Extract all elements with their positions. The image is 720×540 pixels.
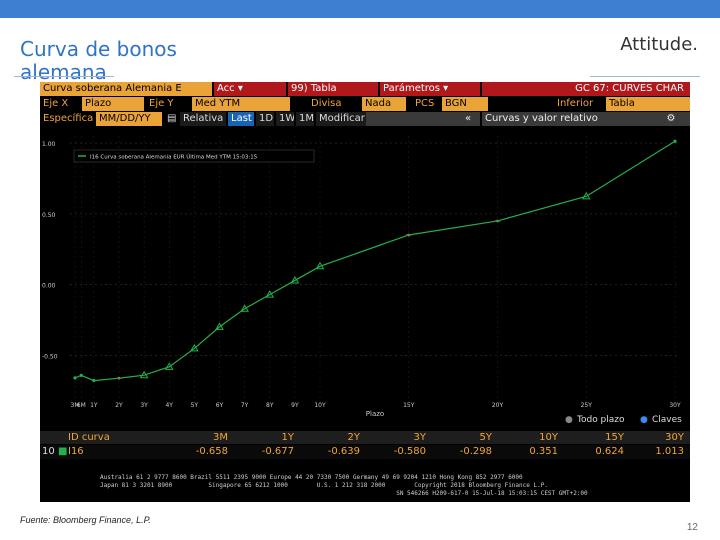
x-tick-label: 20Y (492, 402, 504, 409)
page-number: 12 (686, 522, 698, 533)
column-header: 2Y (347, 432, 360, 443)
table-cell: -0.298 (459, 446, 492, 457)
yield-curve-chart: 1.000.500.00-0.503M6M 1Y 2Y 3Y 4Y 5Y 6Y 7Y 8Y 9Y 1… (42, 136, 681, 418)
column-header: 10Y (539, 432, 558, 443)
axis-options-row: Eje X Plazo Eje Y Med YTM Divisa Nada PC… (40, 97, 690, 111)
bloomberg-terminal: Curva soberana Alemania E Acc ▾ 99) Tabl… (40, 82, 690, 502)
relativa-button[interactable]: Relativa (180, 112, 226, 126)
data-point (673, 139, 677, 143)
claves-dot-icon: ● (640, 415, 648, 425)
slide-title: Curva de bonos alemana (20, 37, 177, 84)
especifica-label: Específica (43, 113, 94, 124)
x-tick-label: 6M (77, 402, 86, 409)
parametros-menu-button[interactable]: Parámetros ▾ (380, 82, 480, 96)
x-tick-label: 7Y (241, 402, 249, 409)
x-tick-label: 30Y (669, 402, 681, 409)
tabla-button[interactable]: 99) Tabla (288, 82, 378, 96)
acc-menu-button[interactable]: Acc ▾ (214, 82, 286, 96)
table-cell: -0.677 (261, 446, 294, 457)
data-point (73, 376, 77, 380)
x-tick-label: 5Y (191, 402, 199, 409)
x-tick-label: 1Y (90, 402, 98, 409)
row-number: 10 (42, 446, 55, 457)
x-tick-label: 25Y (581, 402, 593, 409)
inferior-select[interactable]: Tabla (606, 97, 690, 111)
column-header: 3Y (413, 432, 426, 443)
column-header: ID curva (68, 432, 110, 443)
x-tick-label: 8Y (266, 402, 274, 409)
table-cell: 0.351 (529, 446, 558, 457)
series-line (74, 140, 676, 382)
eje-y-select[interactable]: Med YTM (192, 97, 290, 111)
y-tick-label: 0.50 (42, 212, 56, 219)
tab-1w[interactable]: 1W (276, 112, 294, 126)
eje-x-select[interactable]: Plazo (82, 97, 144, 111)
chart-legend-bottom: ● Todo plazo ● Claves (40, 415, 690, 429)
function-title: GC 67: CURVES CHAR (482, 82, 690, 96)
eje-y-label: Eje Y (149, 98, 174, 109)
column-header: 1Y (281, 432, 294, 443)
curve-title: Curva soberana Alemania E (40, 82, 212, 96)
table-cell: -0.580 (393, 446, 426, 457)
y-tick-label: 0.00 (42, 283, 56, 290)
y-tick-label: -0.50 (42, 354, 58, 361)
terminal-header-row: Curva soberana Alemania E Acc ▾ 99) Tabl… (40, 82, 690, 96)
curve-id: I16 (68, 446, 84, 457)
table-cell: -0.658 (195, 446, 228, 457)
date-options-row: Específica MM/DD/YY ▤ Relativa Last 1D 1… (40, 112, 690, 126)
calendar-icon[interactable]: ▤ (164, 112, 178, 126)
brand-divider (590, 76, 700, 77)
data-point (496, 219, 499, 223)
gear-icon[interactable]: ⚙ (652, 112, 690, 126)
claves-label[interactable]: Claves (652, 415, 682, 425)
table-cell: -0.639 (327, 446, 360, 457)
column-header: 5Y (479, 432, 492, 443)
tab-1d[interactable]: 1D (256, 112, 274, 126)
table-row[interactable]: 10 ■ I16 -0.658 -0.677 -0.639 -0.580 -0.… (40, 445, 690, 459)
parametros-label: Parámetros (383, 83, 440, 94)
divisa-label: Divisa (311, 98, 342, 109)
data-point (407, 233, 411, 237)
data-point (117, 376, 121, 380)
date-input[interactable]: MM/DD/YY (96, 112, 162, 126)
data-point (92, 378, 96, 383)
brand-logo: Attitude. (620, 34, 698, 55)
x-tick-label: 15Y (403, 402, 415, 409)
data-point (79, 373, 83, 377)
x-tick-label: 4Y (165, 402, 173, 409)
x-tick-label: 2Y (115, 402, 123, 409)
table-header: ID curva 3M 1Y 2Y 3Y 5Y 10Y 15Y 30Y (40, 431, 690, 444)
todo-plazo-label[interactable]: Todo plazo (577, 415, 625, 425)
y-tick-label: 1.00 (42, 141, 56, 148)
inferior-label: Inferior (557, 98, 594, 109)
column-header: 3M (213, 432, 228, 443)
column-header: 30Y (665, 432, 684, 443)
tab-last[interactable]: Last (228, 112, 254, 126)
acc-label: Acc (217, 83, 235, 94)
column-header: 15Y (605, 432, 624, 443)
curvas-label: Curvas y valor relativo (482, 112, 672, 126)
top-accent-bar (0, 0, 720, 18)
pcs-input[interactable]: BGN (442, 97, 488, 111)
legend-label: I16 Curva soberana Alemania EUR Última M… (90, 154, 258, 161)
series-color-icon: ■ (58, 446, 68, 457)
title-divider (14, 76, 114, 77)
source-note: Fuente: Bloomberg Finance, L.P. (20, 515, 151, 525)
collapse-button[interactable]: « (462, 112, 480, 126)
bloomberg-footer: Australia 61 2 9777 8600 Brazil 5511 239… (100, 474, 588, 497)
divisa-select[interactable]: Nada (362, 97, 406, 111)
chevron-down-icon: ▾ (443, 83, 449, 94)
chevron-down-icon: ▾ (237, 83, 243, 94)
tab-1m[interactable]: 1M (296, 112, 314, 126)
todo-plazo-dot-icon: ● (565, 415, 573, 425)
x-tick-label: 6Y (216, 402, 224, 409)
eje-x-label: Eje X (43, 98, 69, 109)
x-tick-label: 3Y (140, 402, 148, 409)
pcs-label: PCS (415, 98, 435, 109)
table-cell: 0.624 (595, 446, 624, 457)
x-tick-label: 10Y (314, 402, 326, 409)
x-tick-label: 9Y (291, 402, 299, 409)
table-cell: 1.013 (655, 446, 684, 457)
modificar-button[interactable]: Modificar (316, 112, 366, 126)
